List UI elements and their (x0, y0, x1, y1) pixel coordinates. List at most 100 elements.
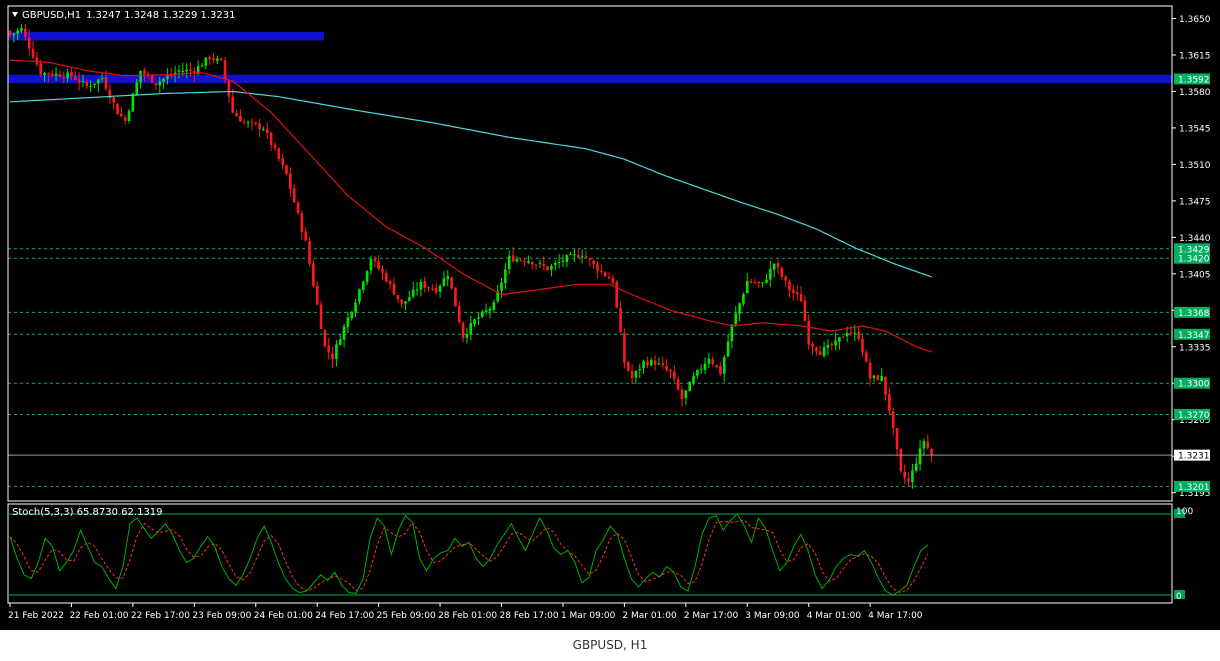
stoch-low-label: 0 (1176, 592, 1182, 602)
candle-body (615, 282, 619, 308)
price-tick-label: 1.3545 (1179, 124, 1211, 134)
candle-body (235, 113, 238, 117)
candle-body (27, 37, 31, 49)
time-tick-label: 3 Mar 09:00 (745, 611, 800, 621)
candle-body (761, 282, 764, 284)
candle-body (738, 303, 741, 315)
candle-body (208, 57, 211, 60)
price-tick-label: 1.3405 (1179, 270, 1211, 280)
candle-body (100, 78, 104, 80)
candle-body (669, 369, 672, 372)
candle-body (350, 312, 354, 319)
candle-body (477, 317, 480, 319)
candle-body (461, 322, 465, 338)
candle-body (569, 254, 572, 256)
candle-body (841, 336, 845, 338)
candle-body (880, 376, 883, 381)
candle-body (277, 148, 281, 159)
candle-body (143, 70, 146, 75)
candle-body (273, 144, 277, 149)
candle-body (400, 299, 403, 304)
candle-body (43, 72, 46, 76)
candle-body (780, 268, 784, 277)
candle-body (845, 333, 849, 337)
candle-body (772, 263, 776, 270)
candle-body (189, 69, 192, 71)
candle-body (903, 471, 907, 478)
candle-body (523, 261, 526, 263)
candle-body (626, 362, 630, 371)
candle-body (799, 294, 803, 302)
candle-body (81, 80, 85, 82)
candle-body (504, 269, 507, 284)
candle-body (296, 202, 300, 214)
candle-body (603, 272, 607, 277)
candle-body (262, 129, 265, 131)
candle-body (123, 117, 127, 121)
time-tick-label: 24 Feb 17:00 (315, 611, 374, 621)
candle-body (20, 27, 23, 32)
candle-body (473, 319, 476, 325)
candle-body (742, 294, 745, 304)
level-tag-label: 1.3300 (1178, 380, 1210, 390)
candle-body (818, 351, 822, 356)
candle-body (312, 263, 315, 286)
candle-body (285, 165, 288, 175)
candle-body (373, 259, 377, 261)
candle-body (158, 81, 162, 86)
candle-body (638, 369, 642, 371)
candle-body (753, 282, 757, 284)
candle-body (696, 370, 699, 376)
candle-body (481, 311, 484, 317)
candle-body (830, 344, 834, 346)
candle-body (792, 289, 795, 294)
candle-body (588, 258, 592, 260)
candle-body (715, 364, 718, 367)
candle-body (719, 365, 722, 375)
price-chart[interactable]: 1.3650 1.3615 1.3580 1.3545 1.3510 1.3475 1.34… (0, 0, 1220, 630)
candle-body (657, 363, 661, 365)
candle-body (365, 271, 369, 283)
candle-body (795, 292, 799, 295)
candle-body (335, 344, 338, 359)
candle-body (361, 281, 365, 291)
candle-body (676, 379, 680, 390)
candle-body (749, 280, 753, 283)
candle-body (469, 323, 473, 335)
candle-body (434, 287, 438, 293)
time-tick-label: 23 Feb 09:00 (192, 611, 251, 621)
candle-body (112, 97, 115, 103)
candle-body (907, 478, 910, 482)
candle-body (392, 283, 396, 295)
candle-body (35, 57, 39, 65)
candle-body (242, 122, 246, 124)
candle-body (446, 276, 450, 280)
candle-body (500, 282, 503, 291)
candle-body (223, 60, 227, 80)
candle-body (726, 341, 730, 357)
candle-body (577, 254, 580, 258)
candle-body (166, 75, 169, 79)
candle-body (853, 332, 857, 334)
candle-body (327, 345, 331, 353)
price-zone (8, 32, 324, 41)
candle-body (120, 113, 123, 117)
candle-body (711, 359, 715, 365)
level-tag-label: 1.3201 (1178, 483, 1210, 493)
candle-body (769, 268, 772, 280)
candle-body (788, 281, 791, 291)
candle-body (661, 363, 665, 366)
candle-body (573, 254, 576, 256)
candle-body (150, 74, 154, 83)
candle-body (304, 231, 307, 241)
price-tick-label: 1.3650 (1179, 15, 1211, 25)
candle-body (54, 73, 58, 76)
candle-body (89, 85, 92, 87)
candle-body (592, 260, 595, 264)
candle-body (680, 389, 684, 399)
candle-body (642, 361, 645, 369)
candle-body (254, 122, 258, 124)
candle-body (131, 93, 135, 112)
candle-body (454, 287, 457, 307)
candle-body (369, 259, 373, 271)
